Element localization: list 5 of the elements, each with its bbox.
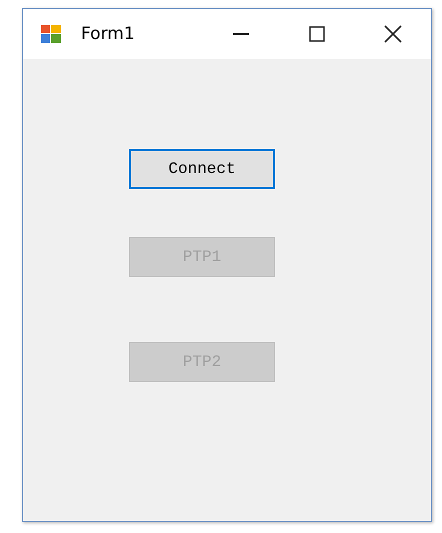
app-icon [41,25,61,43]
close-icon[interactable] [384,25,402,43]
window-title: Form1 [81,24,135,44]
maximize-icon[interactable] [309,26,325,42]
form-button[interactable]: Connect [129,149,275,189]
